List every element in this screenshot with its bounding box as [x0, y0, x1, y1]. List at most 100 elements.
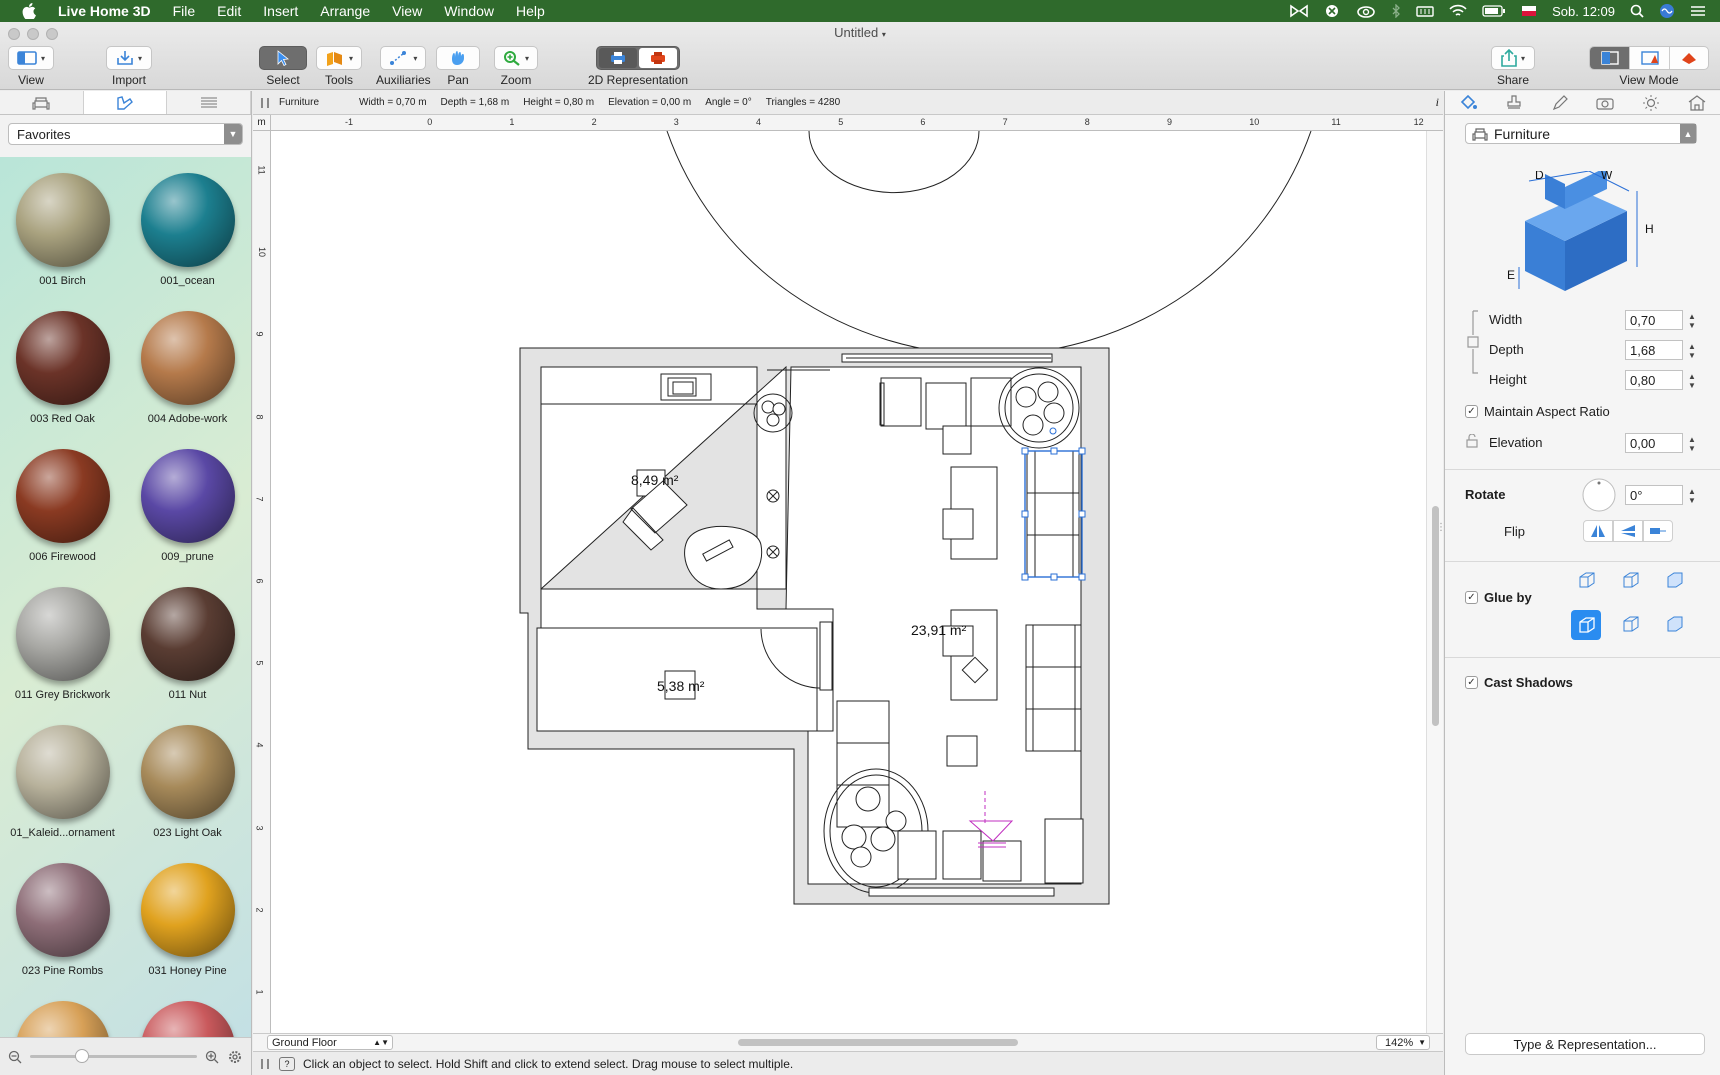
menu-arrange[interactable]: Arrange	[320, 3, 370, 19]
tab-object-properties[interactable]	[1445, 91, 1491, 114]
material-item[interactable]: 023 Pine Rombs	[0, 863, 125, 977]
tab-lighting[interactable]	[1628, 91, 1674, 114]
spotlight-search-icon[interactable]	[1630, 4, 1644, 18]
glue-by-checkbox[interactable]: ✓ Glue by	[1465, 590, 1532, 605]
view-button[interactable]: ▾ View	[8, 46, 54, 87]
material-item[interactable]: 006 Firewood	[0, 449, 125, 563]
cast-shadows-checkbox[interactable]: ✓ Cast Shadows	[1465, 675, 1573, 690]
material-item[interactable]: 004 Adobe-work	[125, 311, 250, 425]
material-item[interactable]: 009_prune	[125, 449, 250, 563]
tab-stamp[interactable]	[1491, 91, 1537, 114]
view-2d-button[interactable]	[599, 48, 638, 68]
material-item[interactable]: 011 Grey Brickwork	[0, 587, 125, 701]
import-button[interactable]: ▾ Import	[106, 46, 152, 87]
rotation-dial[interactable]	[1581, 477, 1617, 513]
info-icon[interactable]: i	[1436, 95, 1439, 110]
zoom-button[interactable]: ▾ Zoom	[494, 46, 538, 87]
menu-window[interactable]: Window	[444, 3, 494, 19]
maintain-aspect-checkbox[interactable]: ✓ Maintain Aspect Ratio	[1465, 404, 1610, 419]
grip-icon[interactable]	[261, 1058, 269, 1069]
elevation-field[interactable]: 0,00	[1625, 433, 1683, 453]
material-item[interactable]: 031 Honey Pine	[125, 863, 250, 977]
app-menu[interactable]: Live Home 3D	[58, 3, 151, 19]
material-item[interactable]	[0, 1001, 125, 1039]
flip-vertical-button[interactable]	[1613, 520, 1643, 542]
depth-field[interactable]: 1,68	[1625, 340, 1683, 360]
menu-edit[interactable]: Edit	[217, 3, 241, 19]
window-title[interactable]: Untitled ▾	[0, 25, 1720, 40]
zoom-select[interactable]: 142% ▼	[1376, 1035, 1430, 1050]
width-stepper[interactable]: ▲ ▼	[1688, 312, 1696, 330]
material-item[interactable]: 011 Nut	[125, 587, 250, 701]
menu-help[interactable]: Help	[516, 3, 545, 19]
notification-center-icon[interactable]	[1690, 5, 1706, 17]
material-item[interactable]: 001 Birch	[0, 173, 125, 287]
object-type-select[interactable]: Furniture ▲	[1465, 123, 1697, 144]
split-mode-button[interactable]	[1629, 47, 1668, 69]
view-3d-button[interactable]	[639, 48, 678, 68]
share-button[interactable]: ▾ Share	[1491, 46, 1535, 87]
horizontal-scroll-thumb[interactable]	[738, 1039, 1018, 1046]
glue-top-button[interactable]	[1615, 569, 1645, 591]
bowtie-icon[interactable]	[1290, 4, 1308, 18]
elevation-stepper[interactable]: ▲ ▼	[1688, 435, 1696, 453]
slider-knob[interactable]	[75, 1049, 89, 1063]
vertical-scrollbar[interactable]	[1426, 131, 1443, 1033]
glue-bottom-back-button[interactable]	[1659, 613, 1689, 635]
bluetooth-icon[interactable]	[1391, 4, 1401, 18]
creative-cloud-icon[interactable]	[1356, 4, 1376, 18]
height-field[interactable]: 0,80	[1625, 370, 1683, 390]
view-mode-control[interactable]: View Mode	[1589, 46, 1709, 87]
category-select[interactable]: Favorites ▼	[8, 123, 243, 145]
menubar-clock[interactable]: Sob. 12:09	[1552, 4, 1615, 19]
menu-file[interactable]: File	[173, 3, 196, 19]
depth-stepper[interactable]: ▲ ▼	[1688, 342, 1696, 360]
vertical-scroll-thumb[interactable]	[1432, 506, 1439, 726]
floor-select[interactable]: Ground Floor ▲▼	[267, 1035, 393, 1050]
floor-plan-canvas[interactable]: 8,49 m² 23,91 m² 5,38 m²	[271, 131, 1426, 1033]
memory-icon[interactable]	[1416, 5, 1434, 17]
select-button[interactable]: Select	[259, 46, 307, 87]
width-field[interactable]: 0,70	[1625, 310, 1683, 330]
tab-building[interactable]	[1674, 91, 1720, 114]
tab-project[interactable]	[167, 91, 252, 114]
zoom-out-icon[interactable]	[8, 1050, 22, 1064]
auxiliaries-button[interactable]: ▾ Auxiliaries	[376, 46, 431, 87]
material-item[interactable]: 001_ocean	[125, 173, 250, 287]
tab-camera[interactable]	[1582, 91, 1628, 114]
aspect-lock-icon[interactable]	[1465, 309, 1481, 375]
menu-view[interactable]: View	[392, 3, 422, 19]
representation-toggle[interactable]: 2D Representation	[588, 46, 688, 87]
help-bubble-icon[interactable]: ?	[279, 1056, 295, 1071]
menu-insert[interactable]: Insert	[263, 3, 298, 19]
input-flag-icon[interactable]	[1521, 5, 1537, 17]
grip-icon[interactable]	[261, 97, 269, 108]
battery-icon[interactable]	[1482, 5, 1506, 17]
height-stepper[interactable]: ▲ ▼	[1688, 372, 1696, 390]
gear-icon[interactable]	[227, 1049, 243, 1065]
wifi-icon[interactable]	[1449, 4, 1467, 18]
rotate-field[interactable]: 0°	[1625, 485, 1683, 505]
tab-pencil[interactable]	[1537, 91, 1583, 114]
tab-objects[interactable]	[0, 91, 84, 114]
tab-materials[interactable]	[83, 91, 168, 114]
glue-top-front-button[interactable]	[1571, 569, 1601, 591]
elevation-lock-icon[interactable]	[1465, 434, 1481, 448]
thumbnail-size-slider[interactable]	[30, 1049, 197, 1063]
glue-bottom-button[interactable]	[1615, 613, 1645, 635]
glue-bottom-front-button[interactable]	[1571, 610, 1601, 640]
pan-button[interactable]: Pan	[436, 46, 480, 87]
selected-sofa[interactable]	[1021, 427, 1086, 581]
glue-top-back-button[interactable]	[1659, 569, 1689, 591]
material-item[interactable]	[125, 1001, 250, 1039]
siri-icon[interactable]	[1659, 3, 1675, 19]
material-item[interactable]: 01_Kaleid...ornament	[0, 725, 125, 839]
type-representation-button[interactable]: Type & Representation...	[1465, 1033, 1705, 1055]
tools-button[interactable]: ▾ Tools	[316, 46, 362, 87]
3d-mode-button[interactable]	[1668, 47, 1708, 69]
flip-depth-button[interactable]	[1643, 520, 1673, 542]
flip-horizontal-button[interactable]	[1583, 520, 1613, 542]
zoom-in-icon[interactable]	[205, 1050, 219, 1064]
rotate-stepper[interactable]: ▲ ▼	[1688, 487, 1696, 505]
material-item[interactable]: 023 Light Oak	[125, 725, 250, 839]
